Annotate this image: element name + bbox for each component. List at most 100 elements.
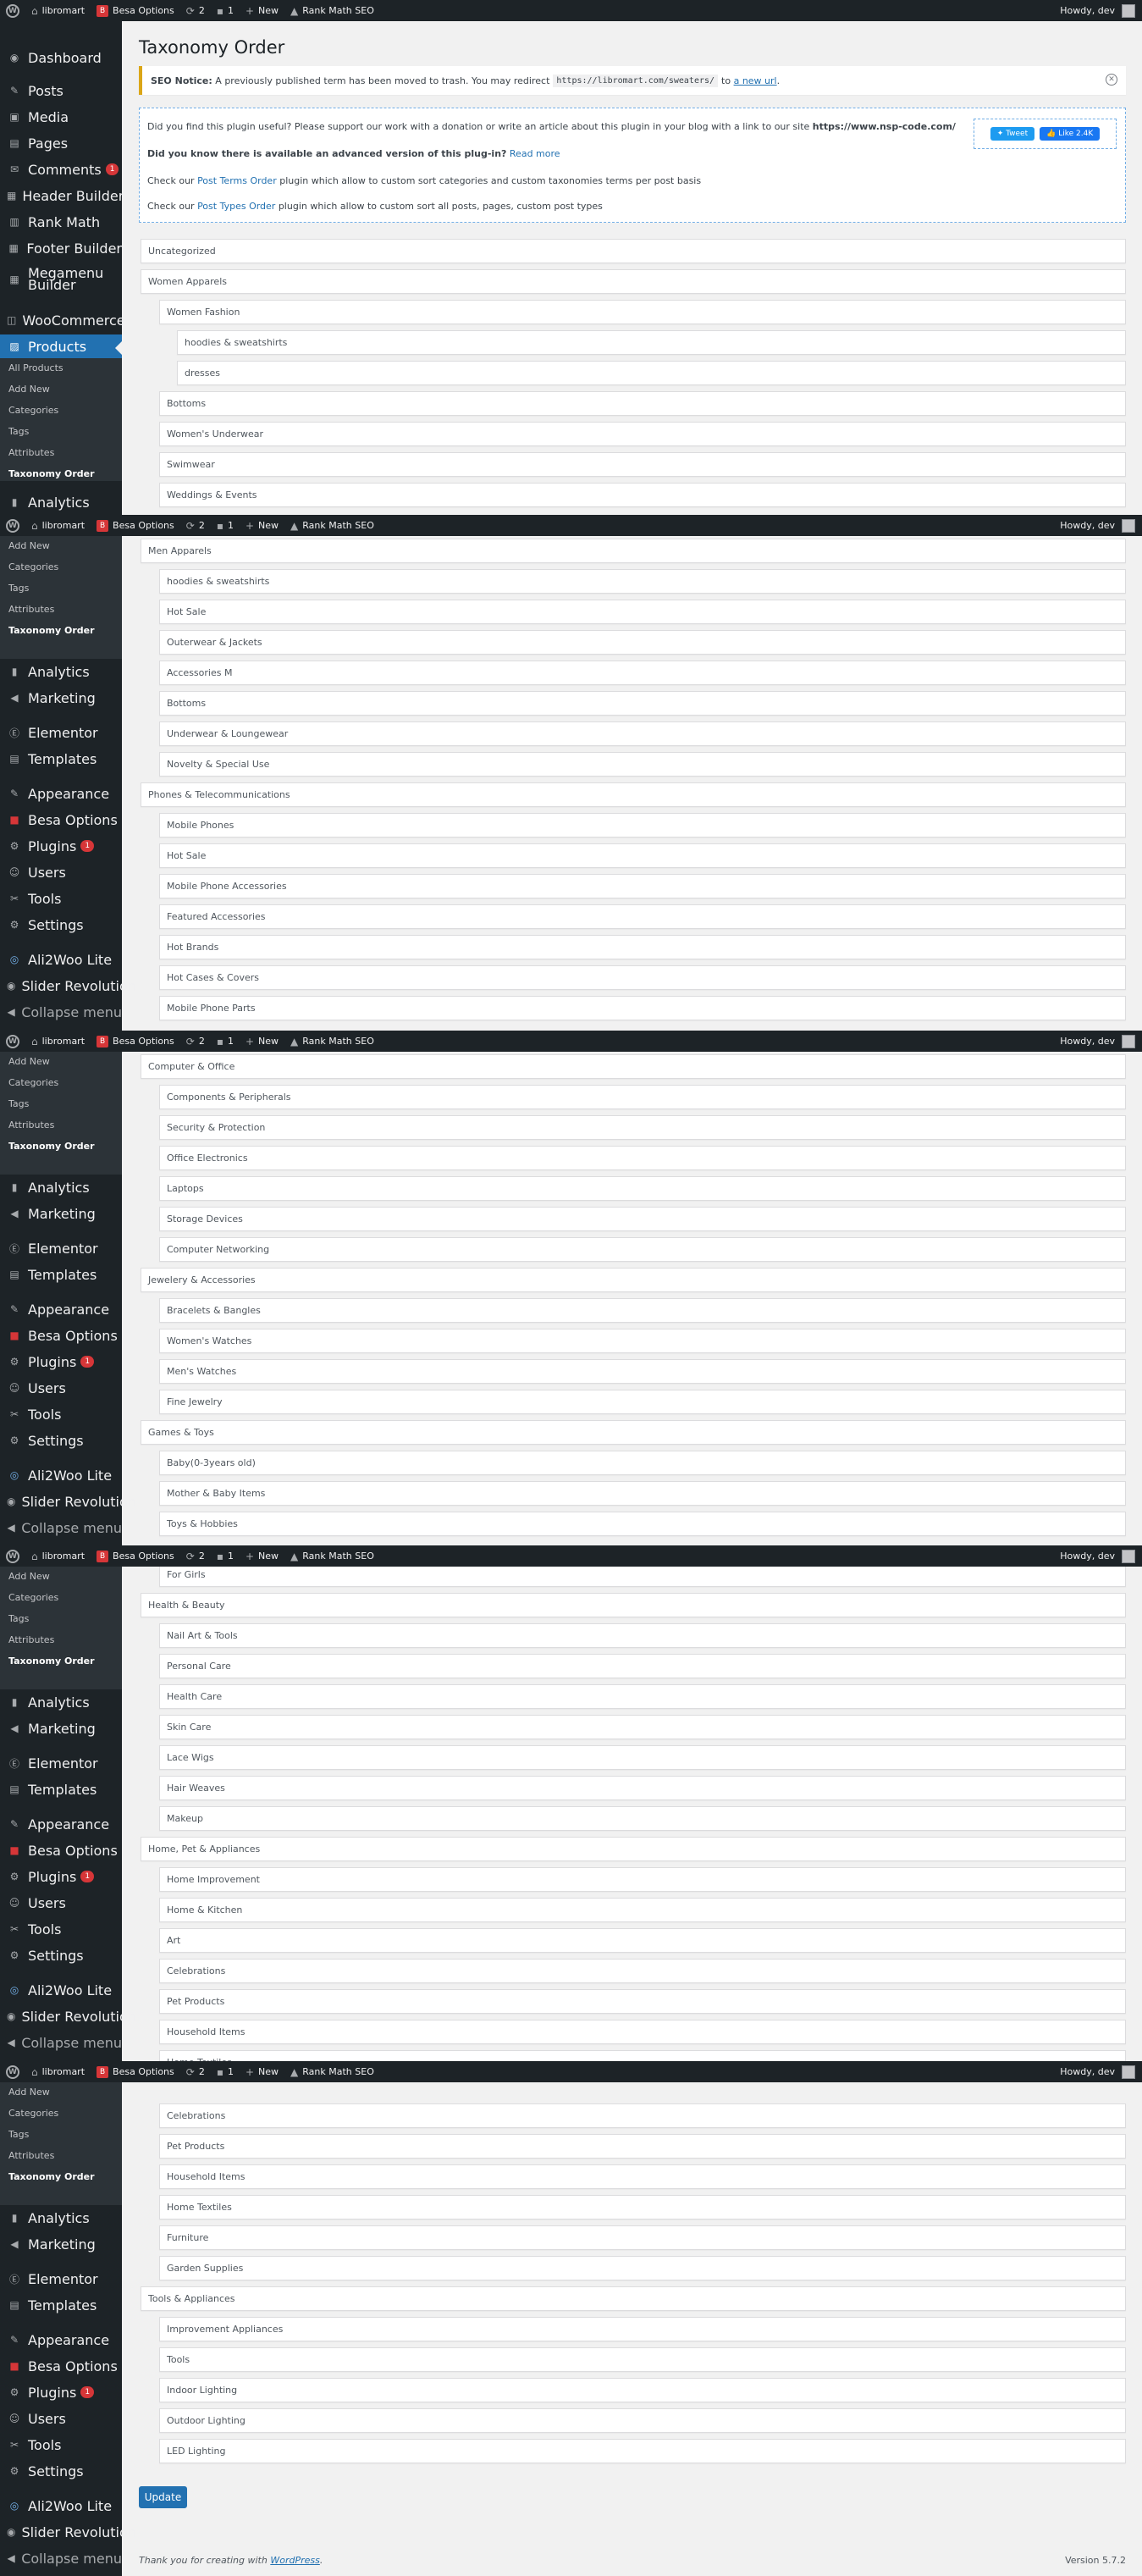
taxonomy-term-row[interactable]: Pet Products bbox=[159, 2134, 1126, 2159]
comments-menu[interactable]: ▪ 1 bbox=[211, 0, 240, 21]
sidebar-item-tools[interactable]: ✂ Tools bbox=[0, 1918, 122, 1940]
comments-menu[interactable]: ▪ 1 bbox=[211, 1031, 240, 1052]
taxonomy-term-row[interactable]: Hot Cases & Covers bbox=[159, 965, 1126, 990]
taxonomy-term-row[interactable]: Hot Sale bbox=[159, 843, 1126, 868]
sidebar-item-pages[interactable]: ▤ Pages bbox=[0, 131, 122, 155]
dismiss-icon[interactable]: ✕ bbox=[1106, 74, 1117, 86]
site-name[interactable]: libromart bbox=[42, 1036, 85, 1047]
besa-options-menu[interactable]: B Besa Options bbox=[91, 2061, 180, 2082]
taxonomy-term-row[interactable]: Mobile Phone Accessories bbox=[159, 874, 1126, 898]
update-button[interactable]: Update bbox=[139, 2486, 187, 2508]
sidebar-item-settings[interactable]: ⚙ Settings bbox=[0, 1429, 122, 1451]
sidebar-item-elementor[interactable]: Ⓔ Elementor bbox=[0, 1237, 122, 1259]
taxonomy-term-row[interactable]: Makeup bbox=[159, 1806, 1126, 1831]
submenu-taxonomy-order[interactable]: Taxonomy Order bbox=[8, 1141, 95, 1152]
sidebar-item-settings[interactable]: ⚙ Settings bbox=[0, 914, 122, 936]
taxonomy-term-row[interactable]: Men Apparels bbox=[141, 539, 1126, 563]
sidebar-item-marketing[interactable]: ◀ Marketing bbox=[0, 1717, 122, 1739]
taxonomy-term-row[interactable]: Pet Products bbox=[159, 1989, 1126, 2014]
rank-math-menu[interactable]: ▲ Rank Math SEO bbox=[284, 0, 380, 21]
taxonomy-term-row[interactable]: Nail Art & Tools bbox=[159, 1623, 1126, 1648]
updates-menu[interactable]: ⟳ 2 bbox=[180, 515, 211, 536]
sidebar-item-products[interactable]: ▨ Products bbox=[0, 334, 122, 358]
submenu-taxonomy-order[interactable]: Taxonomy Order bbox=[8, 1656, 95, 1667]
sidebar-item-posts[interactable]: ✎ Posts bbox=[0, 79, 122, 102]
sidebar-item-settings[interactable]: ⚙ Settings bbox=[0, 1944, 122, 1966]
sidebar-item-slider-revolution[interactable]: ◉ Slider Revolution bbox=[0, 1490, 136, 1512]
sidebar-item-collapse-menu[interactable]: ◀ Collapse menu bbox=[0, 2032, 122, 2054]
taxonomy-term-row[interactable]: Skin Care bbox=[159, 1715, 1126, 1739]
post-types-order-link[interactable]: Post Types Order bbox=[197, 201, 275, 212]
site-name[interactable]: libromart bbox=[42, 1551, 85, 1562]
taxonomy-term-row[interactable]: Laptops bbox=[159, 1176, 1126, 1201]
taxonomy-term-row[interactable]: Tools & Appliances bbox=[141, 2286, 1126, 2311]
post-terms-order-link[interactable]: Post Terms Order bbox=[197, 175, 277, 186]
taxonomy-term-row[interactable]: hoodies & sweatshirts bbox=[159, 569, 1126, 594]
sidebar-item-ali2woo[interactable]: ◎ Ali2Woo Lite bbox=[0, 1979, 122, 2001]
submenu-attributes[interactable]: Attributes bbox=[8, 604, 54, 615]
sidebar-item-header-builder[interactable]: ▦ Header Builder bbox=[0, 184, 124, 207]
submenu-attributes[interactable]: Attributes bbox=[8, 447, 54, 458]
taxonomy-term-row[interactable]: Women's Watches bbox=[159, 1329, 1126, 1353]
site-name-menu[interactable]: ⌂ libromart bbox=[25, 1031, 91, 1052]
sidebar-item-marketing[interactable]: ◀ Marketing bbox=[0, 2233, 122, 2255]
sidebar-item-collapse-menu[interactable]: ◀ Collapse menu bbox=[0, 2547, 122, 2569]
sidebar-item-tools[interactable]: ✂ Tools bbox=[0, 1403, 122, 1425]
sidebar-item-templates[interactable]: ▤ Templates bbox=[0, 1778, 122, 1800]
site-name-menu[interactable]: ⌂ libromart bbox=[25, 515, 91, 536]
taxonomy-term-row[interactable]: Home & Kitchen bbox=[159, 1898, 1126, 1922]
taxonomy-term-row[interactable]: Home Improvement bbox=[159, 1867, 1126, 1892]
taxonomy-term-row[interactable]: Women Apparels bbox=[141, 269, 1126, 294]
taxonomy-term-row[interactable]: Jewelery & Accessories bbox=[141, 1268, 1126, 1292]
taxonomy-term-row[interactable]: Mobile Phones bbox=[159, 813, 1126, 837]
submenu-taxonomy-order[interactable]: Taxonomy Order bbox=[8, 2171, 95, 2182]
updates-menu[interactable]: ⟳ 2 bbox=[180, 2061, 211, 2082]
my-account-menu[interactable]: Howdy, dev bbox=[1060, 1034, 1142, 1048]
submenu-tags[interactable]: Tags bbox=[8, 426, 29, 437]
submenu-tags[interactable]: Tags bbox=[8, 1613, 29, 1624]
sidebar-item-elementor[interactable]: Ⓔ Elementor bbox=[0, 1752, 122, 1774]
new-content-menu[interactable]: + New bbox=[240, 0, 284, 21]
submenu-add-new[interactable]: Add New bbox=[8, 384, 50, 395]
taxonomy-term-row[interactable]: Health & Beauty bbox=[141, 1593, 1126, 1617]
taxonomy-term-row[interactable]: Phones & Telecommunications bbox=[141, 782, 1126, 807]
notice-new-url-link[interactable]: a new url bbox=[734, 75, 777, 86]
new-content-menu[interactable]: + New bbox=[240, 1031, 284, 1052]
site-name[interactable]: libromart bbox=[42, 5, 85, 16]
taxonomy-term-row[interactable]: Home Textiles bbox=[159, 2050, 1126, 2061]
site-name[interactable]: libromart bbox=[42, 2066, 85, 2077]
submenu-tags[interactable]: Tags bbox=[8, 2129, 29, 2140]
my-account-menu[interactable]: Howdy, dev bbox=[1060, 2065, 1142, 2079]
taxonomy-term-row[interactable]: Lace Wigs bbox=[159, 1745, 1126, 1770]
read-more-link[interactable]: Read more bbox=[510, 148, 560, 159]
sidebar-item-templates[interactable]: ▤ Templates bbox=[0, 1263, 122, 1285]
my-account-menu[interactable]: Howdy, dev bbox=[1060, 518, 1142, 533]
submenu-categories[interactable]: Categories bbox=[8, 1592, 58, 1603]
my-account-menu[interactable]: Howdy, dev bbox=[1060, 3, 1142, 18]
submenu-add-new[interactable]: Add New bbox=[8, 540, 50, 551]
sidebar-item-footer-builder[interactable]: ▦ Footer Builder bbox=[0, 236, 122, 260]
rank-math-menu[interactable]: ▲ Rank Math SEO bbox=[284, 515, 380, 536]
taxonomy-term-row[interactable]: Computer & Office bbox=[141, 1054, 1126, 1079]
sidebar-item-rank-math[interactable]: ▥ Rank Math bbox=[0, 210, 122, 234]
wp-logo-menu[interactable]: W bbox=[0, 1031, 25, 1052]
sidebar-item-analytics[interactable]: ▮ Analytics bbox=[0, 2207, 122, 2229]
wp-logo-menu[interactable]: W bbox=[0, 1545, 25, 1567]
updates-menu[interactable]: ⟳ 2 bbox=[180, 0, 211, 21]
sidebar-item-slider-revolution[interactable]: ◉ Slider Revolution bbox=[0, 2005, 136, 2027]
my-account-menu[interactable]: Howdy, dev bbox=[1060, 1549, 1142, 1563]
taxonomy-term-row[interactable]: Bottoms bbox=[159, 691, 1126, 716]
taxonomy-term-row[interactable]: LED Lighting bbox=[159, 2439, 1126, 2463]
taxonomy-term-row[interactable]: Storage Devices bbox=[159, 1207, 1126, 1231]
sidebar-item-appearance[interactable]: ✎ Appearance bbox=[0, 782, 122, 804]
sidebar-item-slider-revolution[interactable]: ◉ Slider Revolution bbox=[0, 975, 136, 997]
taxonomy-term-row[interactable]: Games & Toys bbox=[141, 1420, 1126, 1445]
sidebar-item-appearance[interactable]: ✎ Appearance bbox=[0, 1298, 122, 1320]
submenu-taxonomy-order[interactable]: Taxonomy Order bbox=[8, 625, 95, 636]
taxonomy-term-row[interactable]: Outdoor Lighting bbox=[159, 2408, 1126, 2433]
besa-options-menu[interactable]: B Besa Options bbox=[91, 1545, 180, 1567]
rank-math-menu[interactable]: ▲ Rank Math SEO bbox=[284, 2061, 380, 2082]
taxonomy-term-row[interactable]: Celebrations bbox=[159, 1959, 1126, 1983]
sidebar-item-plugins[interactable]: ⚙ Plugins 1 bbox=[0, 1351, 122, 1373]
comments-menu[interactable]: ▪ 1 bbox=[211, 515, 240, 536]
